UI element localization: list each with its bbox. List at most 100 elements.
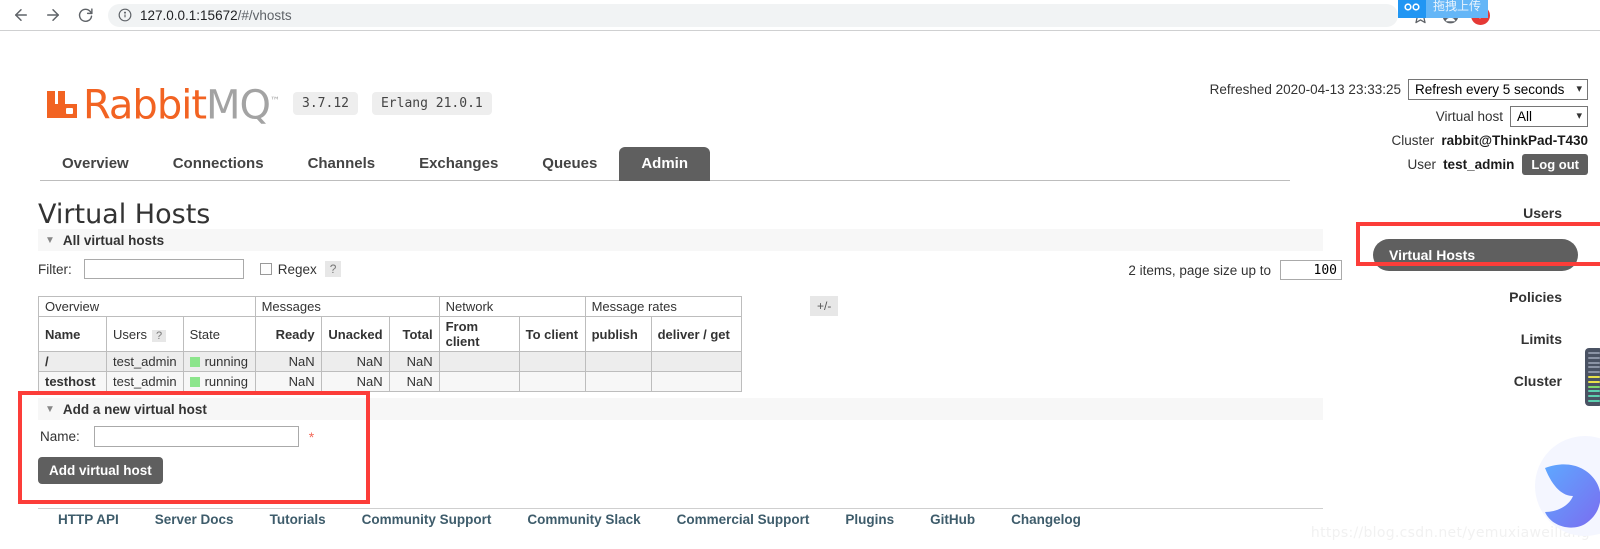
- url-path: /#/vhosts: [237, 7, 292, 23]
- cell-state-label: running: [204, 374, 248, 389]
- forward-arrow-icon[interactable]: [38, 0, 68, 30]
- status-indicator-icon: [189, 357, 200, 367]
- cluster-name: rabbit@ThinkPad-T430: [1441, 133, 1588, 148]
- rabbitmq-logo[interactable]: RabbitMQ™ 3.7.12 Erlang 21.0.1: [47, 83, 492, 125]
- filter-input[interactable]: [83, 259, 244, 279]
- logo-rabbit-text: Rabbit: [83, 82, 207, 129]
- toggle-columns-button[interactable]: +/-: [810, 296, 839, 316]
- add-vhost-section-header[interactable]: ▼ Add a new virtual host: [38, 398, 1323, 420]
- equalizer-widget-icon[interactable]: [1585, 348, 1600, 406]
- cluster-row: Cluster rabbit@ThinkPad-T430: [1210, 133, 1588, 148]
- cell-state-label: running: [204, 354, 248, 369]
- col-publish[interactable]: publish: [584, 316, 652, 352]
- sidebar-item-users[interactable]: Users: [1373, 197, 1578, 229]
- cell-total: NaN: [388, 351, 440, 372]
- cell-name[interactable]: /: [38, 351, 107, 372]
- vhost-row: Virtual host All: [1210, 106, 1588, 127]
- col-to-client[interactable]: To client: [518, 316, 586, 352]
- sidebar-item-cluster[interactable]: Cluster: [1373, 365, 1578, 397]
- user-label: User: [1407, 157, 1437, 172]
- footer-divider: [38, 508, 1323, 509]
- table-row[interactable]: testhost test_admin running NaN NaN NaN: [38, 371, 742, 392]
- tab-connections[interactable]: Connections: [151, 147, 286, 181]
- regex-label: Regex: [277, 261, 317, 277]
- footer-link-community-slack[interactable]: Community Slack: [509, 512, 658, 527]
- assistant-bird-icon[interactable]: [1535, 436, 1600, 536]
- cell-unacked: NaN: [320, 351, 390, 372]
- page-size-input[interactable]: [1280, 260, 1342, 280]
- back-arrow-icon[interactable]: [6, 0, 36, 30]
- table-group-header-row: Overview Messages Network Message rates: [38, 296, 742, 317]
- filter-help-icon[interactable]: ?: [324, 261, 342, 277]
- vhost-filter-select[interactable]: All: [1510, 106, 1588, 127]
- logo-mq-text: MQ: [206, 82, 271, 129]
- footer-link-plugins[interactable]: Plugins: [827, 512, 912, 527]
- col-unacked[interactable]: Unacked: [320, 316, 390, 352]
- chevron-down-icon[interactable]: ▼: [45, 404, 55, 415]
- table-column-header-row: Name Users? State Ready Unacked Total Fr…: [38, 316, 742, 352]
- col-state[interactable]: State: [182, 316, 256, 352]
- tab-exchanges[interactable]: Exchanges: [397, 147, 520, 181]
- footer-link-community-support[interactable]: Community Support: [344, 512, 510, 527]
- cluster-label: Cluster: [1391, 133, 1435, 148]
- col-deliver-get[interactable]: deliver / get: [650, 316, 742, 352]
- admin-sidebar: Users Virtual Hosts Policies Limits Clus…: [1373, 197, 1578, 407]
- footer-link-github[interactable]: GitHub: [912, 512, 993, 527]
- group-header-network: Network: [438, 296, 586, 317]
- group-header-message-rates: Message rates: [584, 296, 742, 317]
- user-row: User test_admin Log out: [1210, 154, 1588, 175]
- filter-row: Filter: Regex ?: [38, 259, 342, 279]
- cell-unacked: NaN: [320, 371, 390, 392]
- cell-publish: [584, 351, 652, 372]
- tab-channels[interactable]: Channels: [286, 147, 398, 181]
- tab-admin[interactable]: Admin: [619, 147, 710, 181]
- users-help-icon[interactable]: ?: [151, 329, 167, 342]
- sidebar-item-limits[interactable]: Limits: [1373, 323, 1578, 355]
- col-from-client[interactable]: From client: [438, 316, 520, 352]
- info-circle-icon[interactable]: [118, 8, 132, 22]
- add-vhost-form: Name: *: [40, 426, 314, 447]
- reload-icon[interactable]: [70, 0, 100, 30]
- footer-link-changelog[interactable]: Changelog: [993, 512, 1099, 527]
- refresh-interval-select[interactable]: Refresh every 5 seconds: [1408, 79, 1588, 100]
- col-name[interactable]: Name: [38, 316, 107, 352]
- add-virtual-host-button[interactable]: Add virtual host: [38, 457, 163, 484]
- sidebar-item-virtual-hosts[interactable]: Virtual Hosts: [1373, 239, 1578, 271]
- footer-link-server-docs[interactable]: Server Docs: [137, 512, 252, 527]
- cell-deliver-get: [650, 351, 742, 372]
- chevron-down-icon[interactable]: ▼: [45, 235, 55, 246]
- rabbit-logo-icon: [47, 83, 81, 124]
- extension-upload-label: 拖拽上传: [1426, 0, 1489, 18]
- address-bar[interactable]: 127.0.0.1:15672/#/vhosts: [108, 3, 1398, 27]
- footer-link-tutorials[interactable]: Tutorials: [252, 512, 344, 527]
- cell-ready: NaN: [254, 351, 322, 372]
- all-vhosts-section-header[interactable]: ▼ All virtual hosts: [38, 229, 1323, 251]
- status-panel: Refreshed 2020-04-13 23:33:25 Refresh ev…: [1210, 79, 1588, 181]
- refresh-row: Refreshed 2020-04-13 23:33:25 Refresh ev…: [1210, 79, 1588, 100]
- cell-users: test_admin: [106, 371, 184, 392]
- cell-to-client: [518, 371, 586, 392]
- refreshed-label: Refreshed 2020-04-13 23:33:25: [1209, 82, 1401, 97]
- page-title: Virtual Hosts: [38, 199, 211, 230]
- virtual-hosts-table: Overview Messages Network Message rates …: [38, 296, 742, 392]
- rabbitmq-wordmark: RabbitMQ™: [83, 83, 280, 125]
- table-row[interactable]: / test_admin running NaN NaN NaN: [38, 351, 742, 372]
- extension-upload-badge[interactable]: 拖拽上传: [1398, 0, 1489, 18]
- regex-checkbox[interactable]: [259, 263, 272, 275]
- col-total[interactable]: Total: [388, 316, 440, 352]
- all-vhosts-section-title: All virtual hosts: [62, 232, 165, 248]
- tab-queues[interactable]: Queues: [520, 147, 619, 181]
- col-users[interactable]: Users?: [106, 316, 184, 352]
- footer-link-commercial-support[interactable]: Commercial Support: [659, 512, 828, 527]
- logout-button[interactable]: Log out: [1522, 154, 1588, 175]
- col-ready[interactable]: Ready: [254, 316, 322, 352]
- user-name: test_admin: [1443, 157, 1515, 172]
- footer-link-http-api[interactable]: HTTP API: [40, 512, 137, 527]
- sidebar-item-policies[interactable]: Policies: [1373, 281, 1578, 313]
- cell-name[interactable]: testhost: [38, 371, 107, 392]
- tab-overview[interactable]: Overview: [40, 147, 151, 181]
- infinity-icon: [1398, 0, 1426, 18]
- cell-total: NaN: [388, 371, 440, 392]
- rabbitmq-management-page: RabbitMQ™ 3.7.12 Erlang 21.0.1 Refreshed…: [0, 31, 1600, 549]
- vhost-name-input[interactable]: [93, 426, 299, 447]
